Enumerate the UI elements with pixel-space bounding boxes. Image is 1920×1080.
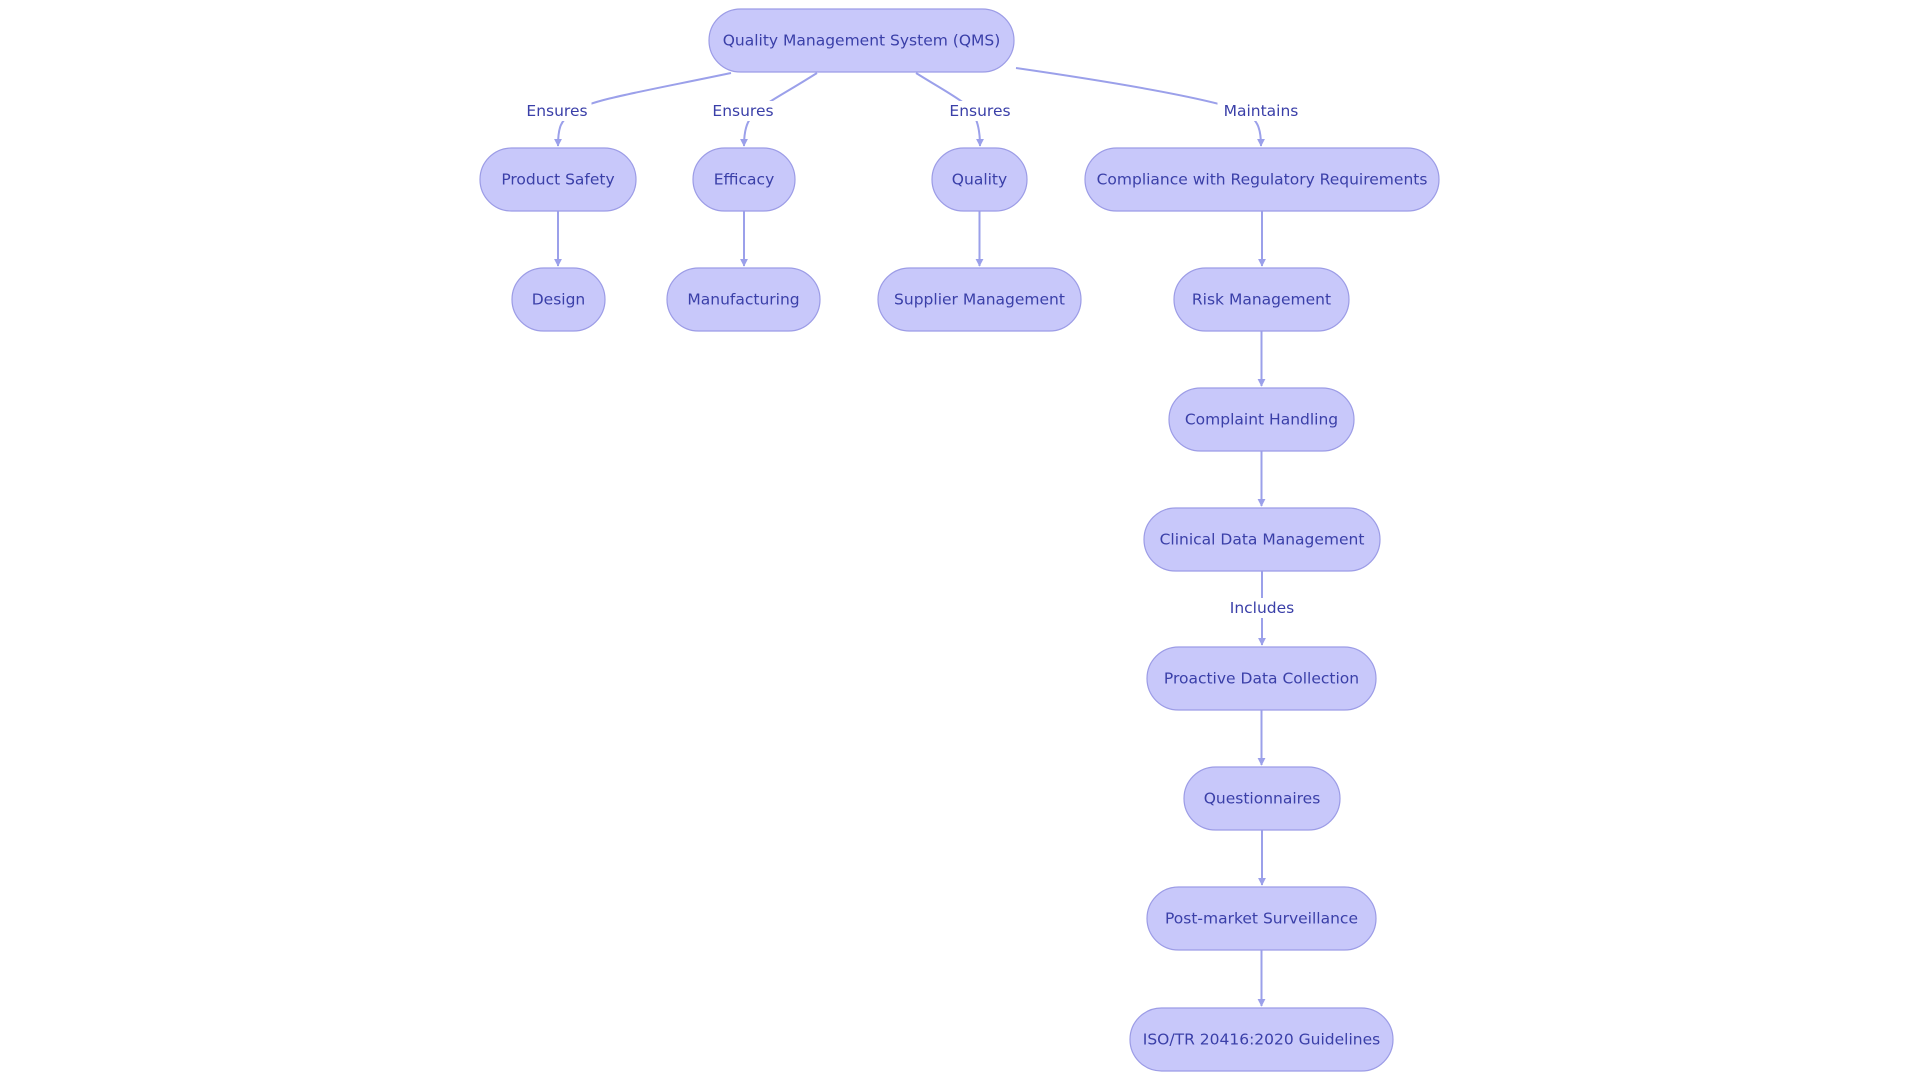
node-questionnaires[interactable]: Questionnaires: [1183, 766, 1341, 831]
edge-label: Includes: [1223, 598, 1301, 618]
edge-label: Ensures: [945, 101, 1015, 121]
node-qms[interactable]: Quality Management System (QMS): [708, 8, 1015, 73]
node-label: Clinical Data Management: [1160, 531, 1365, 549]
node-label: Design: [532, 291, 586, 309]
edge-label: Ensures: [708, 101, 778, 121]
node-label: Manufacturing: [687, 291, 799, 309]
node-design[interactable]: Design: [511, 267, 606, 332]
node-label: Post-market Surveillance: [1165, 910, 1358, 928]
node-compliance[interactable]: Compliance with Regulatory Requirements: [1084, 147, 1440, 212]
edge-label-text: Ensures: [949, 102, 1010, 120]
node-label: Quality: [952, 171, 1007, 189]
node-manufacturing[interactable]: Manufacturing: [666, 267, 821, 332]
node-label: Questionnaires: [1204, 790, 1321, 808]
node-label: ISO/TR 20416:2020 Guidelines: [1143, 1031, 1380, 1049]
node-efficacy[interactable]: Efficacy: [692, 147, 796, 212]
flowchart-canvas: Ensures Ensures Ensures Maintains Includes Q…: [479, 8, 1440, 1072]
node-label: Complaint Handling: [1185, 411, 1338, 429]
node-iso-guidelines[interactable]: ISO/TR 20416:2020 Guidelines: [1129, 1007, 1394, 1072]
node-supplier-management[interactable]: Supplier Management: [877, 267, 1082, 332]
node-label: Quality Management System (QMS): [723, 32, 1001, 50]
edge-label-text: Maintains: [1224, 102, 1299, 120]
node-label: Efficacy: [714, 171, 775, 189]
node-label: Risk Management: [1192, 291, 1331, 309]
node-proactive-data-collection[interactable]: Proactive Data Collection: [1146, 646, 1377, 711]
edge-label-text: Includes: [1230, 599, 1295, 617]
node-complaint-handling[interactable]: Complaint Handling: [1168, 387, 1355, 452]
node-quality[interactable]: Quality: [931, 147, 1028, 212]
edge-label: Maintains: [1217, 101, 1305, 121]
nodes-layer: Quality Management System (QMS) Product S…: [479, 8, 1440, 1072]
edge-label-text: Ensures: [712, 102, 773, 120]
node-label: Supplier Management: [894, 291, 1065, 309]
node-clinical-data-management[interactable]: Clinical Data Management: [1143, 507, 1381, 572]
node-risk-management[interactable]: Risk Management: [1173, 267, 1350, 332]
edge-label: Ensures: [522, 101, 592, 121]
node-label: Compliance with Regulatory Requirements: [1097, 171, 1428, 189]
node-post-market-surveillance[interactable]: Post-market Surveillance: [1146, 886, 1377, 951]
edge-label-text: Ensures: [526, 102, 587, 120]
node-label: Proactive Data Collection: [1164, 670, 1359, 688]
node-product-safety[interactable]: Product Safety: [479, 147, 637, 212]
node-label: Product Safety: [501, 171, 614, 189]
